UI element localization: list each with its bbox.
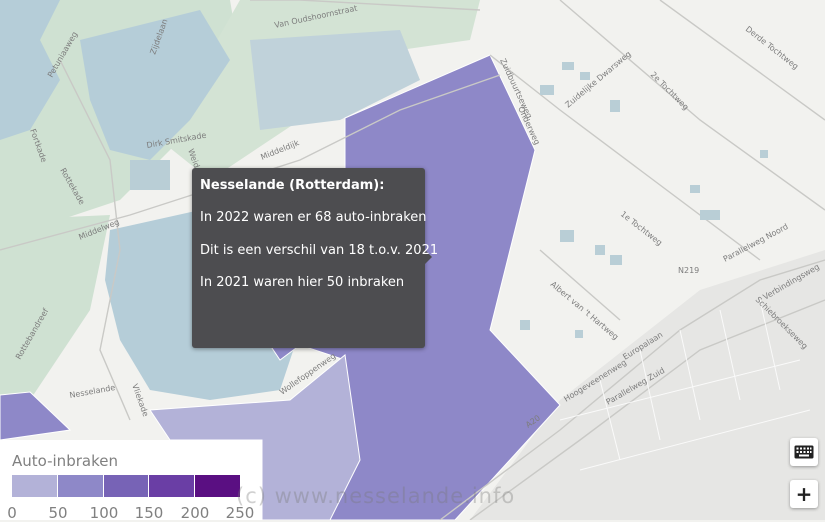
legend-swatch <box>104 475 148 497</box>
legend-tick: 50 <box>48 504 68 522</box>
tooltip-line: In 2021 waren hier 50 inbraken <box>200 275 405 290</box>
legend-tick: 100 <box>89 504 119 522</box>
legend-tick: 150 <box>134 504 164 522</box>
zoom-in-button[interactable]: + <box>790 480 818 508</box>
region-tooltip: Nesselande (Rotterdam): In 2022 waren er… <box>192 168 438 348</box>
tooltip-line: In 2022 waren er 68 auto-inbraken <box>200 210 427 225</box>
tooltip-title: Nesselande (Rotterdam): <box>200 178 385 193</box>
watermark: (c) www.nesselande.info <box>236 484 516 508</box>
legend-tick: 0 <box>7 504 17 522</box>
tooltip-line: Dit is een verschil van 18 t.o.v. 2021 <box>200 243 439 258</box>
legend-tick: 200 <box>180 504 210 522</box>
legend-swatch <box>58 475 103 497</box>
street-label: N219 <box>678 266 699 275</box>
legend-swatch <box>12 475 57 497</box>
keyboard-icon <box>794 445 814 459</box>
legend-swatch <box>149 475 194 497</box>
color-legend: Auto-inbraken 0 50 100 150 200 250 <box>0 440 262 522</box>
legend-swatch <box>195 475 240 497</box>
keyboard-shortcuts-button[interactable] <box>790 438 818 466</box>
legend-title: Auto-inbraken <box>12 452 118 470</box>
